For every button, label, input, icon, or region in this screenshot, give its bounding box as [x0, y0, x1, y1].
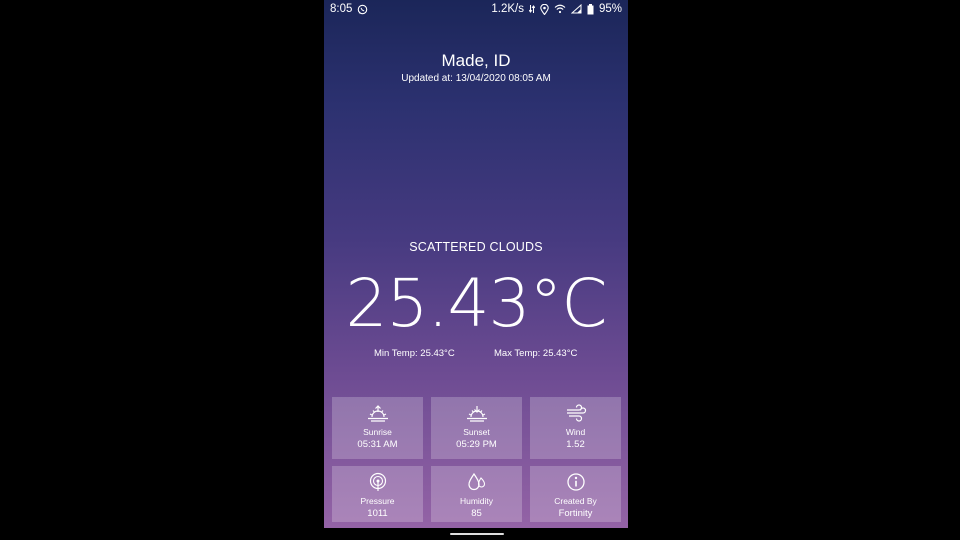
tile-label: Wind	[565, 427, 586, 437]
signal-icon	[570, 4, 582, 14]
max-temperature: Max Temp: 25.43°C	[494, 348, 578, 359]
tile-wind: Wind 1.52	[530, 397, 621, 459]
info-icon	[565, 472, 587, 492]
wifi-icon	[554, 4, 566, 14]
tile-value: 1011	[367, 508, 388, 519]
sunset-icon	[466, 403, 488, 423]
tile-label: Sunrise	[363, 427, 392, 437]
wind-icon	[565, 403, 587, 423]
tile-value: 1.52	[566, 439, 585, 450]
whatsapp-icon	[357, 4, 368, 15]
updated-timestamp: Updated at: 13/04/2020 08:05 AM	[401, 73, 551, 84]
tile-created-by: Created By Fortinity	[530, 466, 621, 522]
tile-label: Sunset	[463, 427, 490, 437]
battery-icon	[587, 3, 594, 15]
data-arrows-icon	[528, 4, 535, 14]
tile-label: Created By	[554, 496, 597, 506]
current-temperature: 25.43°C	[345, 265, 607, 342]
network-speed: 1.2K/s	[491, 3, 524, 15]
location-icon	[540, 3, 549, 15]
humidity-icon	[466, 472, 488, 492]
home-indicator[interactable]	[450, 533, 504, 535]
tile-label: Pressure	[360, 496, 395, 506]
tile-value: 05:29 PM	[456, 439, 497, 450]
sunrise-icon	[367, 403, 389, 423]
status-time: 8:05	[330, 3, 353, 15]
status-right: 1.2K/s 95%	[491, 3, 622, 15]
tile-label: Humidity	[459, 496, 494, 506]
tile-humidity: Humidity 85	[431, 466, 522, 522]
location-title: Made, ID	[441, 51, 511, 70]
status-left: 8:05	[330, 3, 368, 15]
status-bar: 8:05 1.2K/s 95%	[324, 0, 628, 18]
tile-sunset: Sunset 05:29 PM	[431, 397, 522, 459]
weather-condition: SCATTERED CLOUDS	[409, 240, 543, 254]
tile-pressure: Pressure 1011	[332, 466, 423, 522]
details-grid: Sunrise 05:31 AM Sunset 05:29 PM Wind 1.…	[332, 397, 621, 522]
min-temperature: Min Temp: 25.43°C	[374, 348, 455, 359]
tile-value: 85	[471, 508, 482, 519]
pressure-icon	[367, 472, 389, 492]
phone-screen: 8:05 1.2K/s 95% Made, ID Updated at: 13/…	[324, 0, 628, 528]
tile-sunrise: Sunrise 05:31 AM	[332, 397, 423, 459]
battery-percent: 95%	[598, 3, 622, 15]
tile-value: 05:31 AM	[357, 439, 398, 450]
tile-value: Fortinity	[558, 508, 593, 519]
